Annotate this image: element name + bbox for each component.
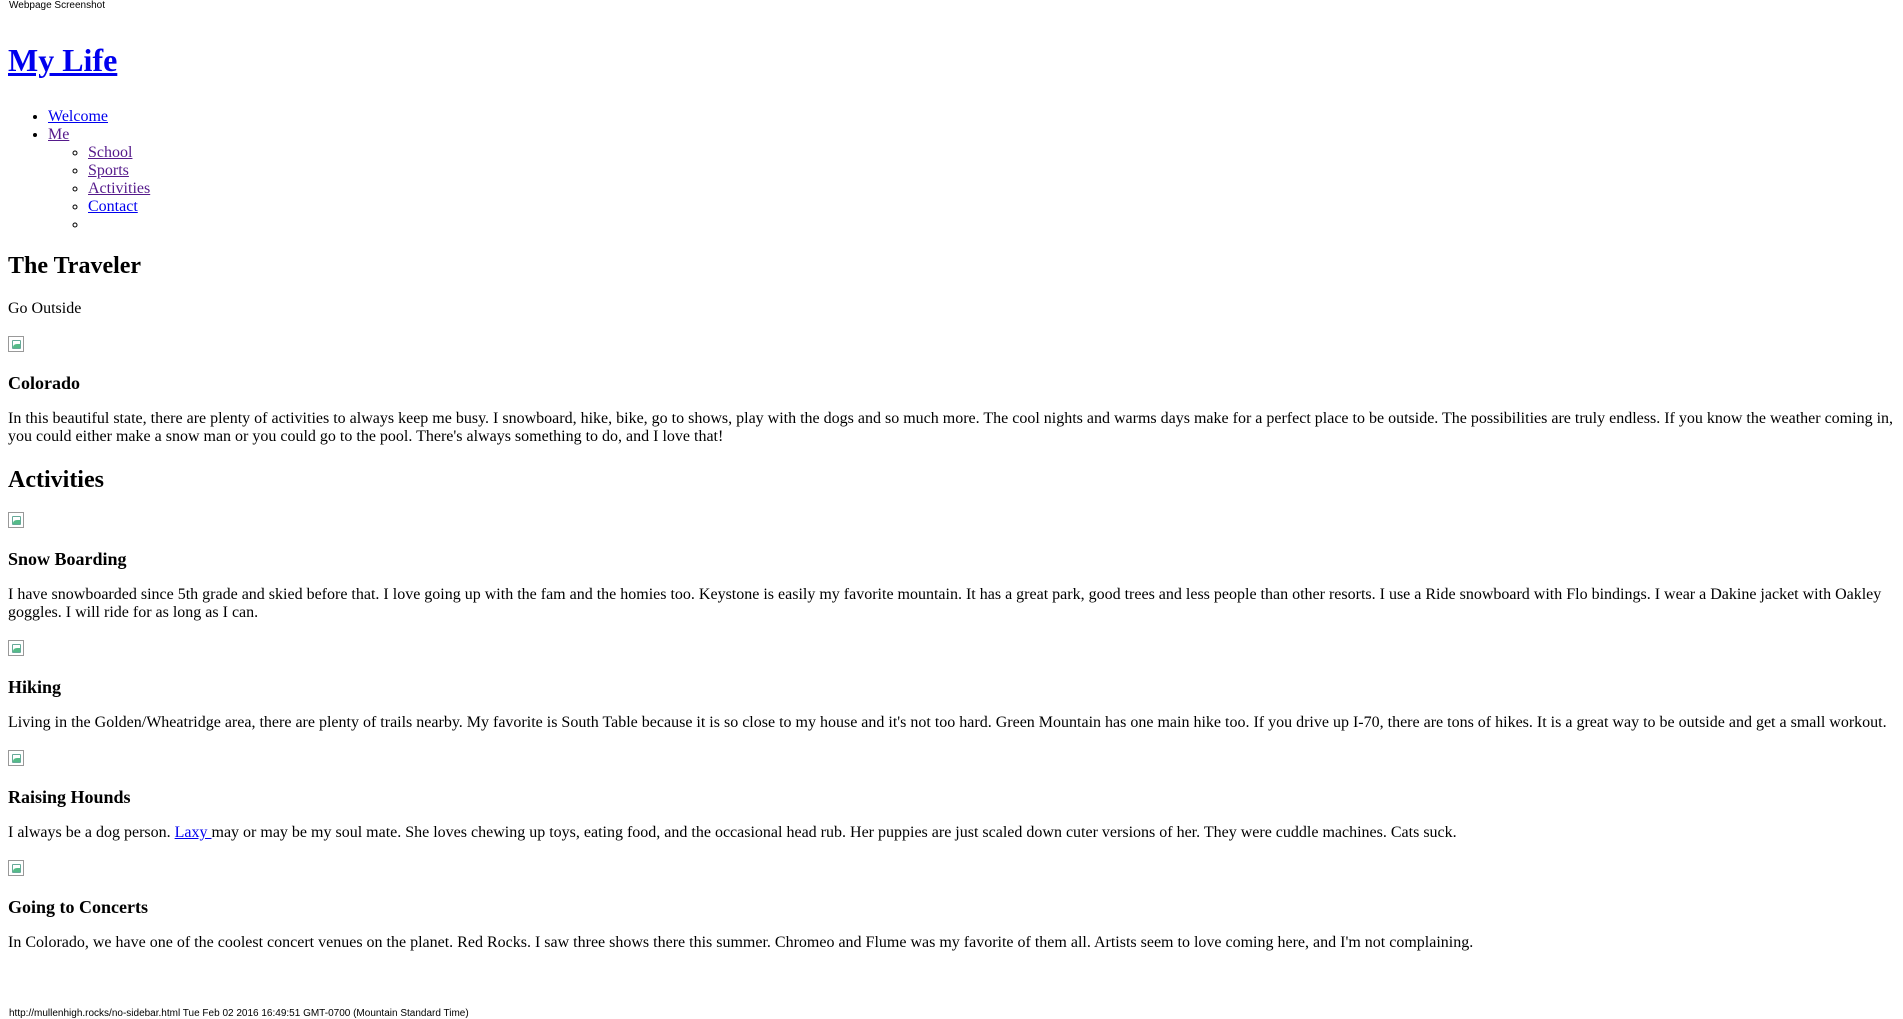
nav-subitem-sports: Sports xyxy=(88,162,1898,180)
main-nav: Welcome Me School Sports Activities Cont… xyxy=(8,108,1898,234)
activity-body-snowboarding: I have snowboarded since 5th grade and s… xyxy=(8,586,1882,621)
activity-body-hounds: I always be a dog person. Laxy may or ma… xyxy=(8,824,1898,842)
laxy-link[interactable]: Laxy xyxy=(175,824,212,841)
nav-link-me[interactable]: Me xyxy=(48,126,69,143)
screenshot-footer-label: http://mullenhigh.rocks/no-sidebar.html … xyxy=(9,1008,469,1019)
nav-subitem-school: School xyxy=(88,144,1898,162)
broken-image-icon xyxy=(8,750,24,766)
broken-image-icon xyxy=(8,336,24,352)
nav-link-sports[interactable]: Sports xyxy=(88,162,129,179)
activity-title-hounds: Raising Hounds xyxy=(8,787,131,807)
nav-subitem-empty xyxy=(88,216,1898,234)
activity-body-hiking: Living in the Golden/Wheatridge area, th… xyxy=(8,714,1887,731)
screenshot-header-label: Webpage Screenshot xyxy=(9,0,105,11)
nav-submenu-me: School Sports Activities Contact xyxy=(48,144,1898,234)
nav-link-welcome[interactable]: Welcome xyxy=(48,108,108,125)
nav-link-school[interactable]: School xyxy=(88,144,132,161)
activity-title-snowboarding: Snow Boarding xyxy=(8,549,127,569)
hero-title: The Traveler xyxy=(8,253,142,279)
page-content: My Life Welcome Me School Sports Activit… xyxy=(8,34,1898,970)
broken-image-icon xyxy=(8,860,24,876)
nav-subitem-contact: Contact xyxy=(88,198,1898,216)
activity-title-hiking: Hiking xyxy=(8,677,62,697)
broken-image-icon xyxy=(8,640,24,656)
site-title: My Life xyxy=(8,34,1898,86)
hero-subtitle: Go Outside xyxy=(8,300,82,317)
activities-heading: Activities xyxy=(8,467,104,493)
hounds-text-after: may or may be my soul mate. She loves ch… xyxy=(211,824,1457,841)
nav-item-welcome: Welcome xyxy=(48,108,1898,126)
nav-item-me: Me School Sports Activities Contact xyxy=(48,126,1898,234)
activity-body-concerts: In Colorado, we have one of the coolest … xyxy=(8,934,1474,951)
hounds-text-before: I always be a dog person. xyxy=(8,824,175,841)
colorado-body: In this beautiful state, there are plent… xyxy=(8,410,1894,445)
nav-subitem-activities: Activities xyxy=(88,180,1898,198)
activity-title-concerts: Going to Concerts xyxy=(8,897,148,917)
site-title-link[interactable]: My Life xyxy=(8,42,117,78)
nav-link-activities[interactable]: Activities xyxy=(88,180,150,197)
nav-link-contact[interactable]: Contact xyxy=(88,198,138,215)
colorado-heading: Colorado xyxy=(8,373,80,393)
broken-image-icon xyxy=(8,512,24,528)
